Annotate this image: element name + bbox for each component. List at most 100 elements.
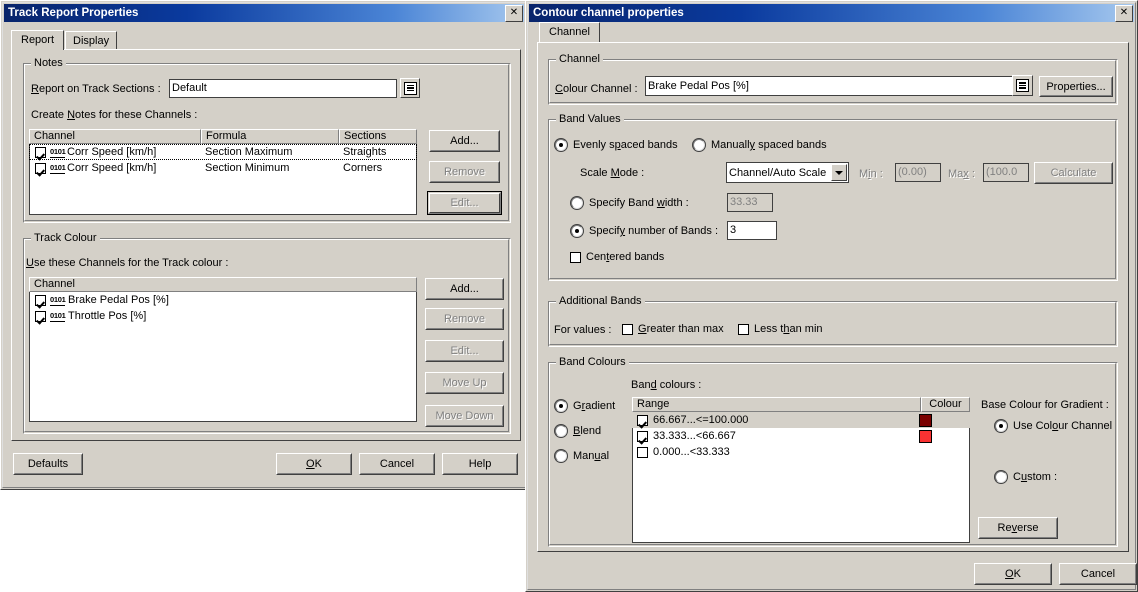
cancel-button[interactable]: Cancel (359, 453, 435, 475)
scale-mode-label: Scale Mode : (580, 167, 645, 179)
reverse-button[interactable]: Reverse (978, 517, 1058, 539)
ok-button-label: OK (1005, 568, 1021, 580)
report-sections-browse-button[interactable] (400, 78, 420, 98)
radio-indicator (571, 197, 583, 209)
blend-label: Blend (573, 425, 602, 437)
band-colours-list-header: Range Colour (632, 397, 970, 412)
evenly-spaced-bands-radio[interactable]: Evenly spaced bands (554, 138, 678, 152)
max-field: (100.0 (983, 163, 1029, 182)
band-column-range[interactable]: Range (632, 397, 921, 412)
notes-list-header: Channel Formula Sections (29, 129, 417, 144)
notes-row-channel: Corr Speed [km/h] (67, 162, 157, 174)
checkbox-indicator (622, 323, 633, 335)
row-checkbox[interactable] (35, 310, 46, 322)
band-column-colour[interactable]: Colour (921, 397, 970, 412)
table-row[interactable]: 66.667...<=100.000 (632, 412, 970, 428)
custom-colour-radio[interactable]: Custom : (994, 470, 1057, 484)
table-row[interactable]: 0101 Corr Speed [km/h] Section Maximum S… (29, 144, 417, 160)
centered-bands-checkbox[interactable]: Centered bands (570, 251, 664, 263)
track-report-properties-dialog: Track Report Properties ✕ Report Display… (0, 0, 528, 490)
chevron-down-icon[interactable] (831, 164, 847, 181)
tab-channel[interactable]: Channel (539, 22, 600, 42)
tab-display[interactable]: Display (65, 31, 118, 50)
row-checkbox[interactable] (637, 414, 648, 426)
channel-icon: 0101 (50, 310, 66, 322)
left-tabstrip: Report Display (11, 30, 118, 50)
band-colour-swatch[interactable] (919, 429, 932, 443)
close-icon[interactable]: ✕ (1115, 4, 1133, 22)
table-row[interactable]: 0101 Corr Speed [km/h] Section Minimum C… (29, 160, 417, 176)
scale-mode-dropdown[interactable]: Channel/Auto Scale (726, 162, 849, 183)
radio-indicator (555, 425, 567, 437)
left-dialog-title: Track Report Properties (8, 7, 139, 19)
left-dialog-titlebar[interactable]: Track Report Properties ✕ (4, 4, 524, 22)
band-range-value: 66.667...<=100.000 (653, 414, 749, 426)
ok-button[interactable]: OK (974, 563, 1052, 585)
close-icon[interactable]: ✕ (505, 4, 523, 22)
track-colour-channel-list[interactable]: Channel 0101 Brake Pedal Pos [%] 0101 Th… (29, 277, 417, 422)
right-dialog-titlebar[interactable]: Contour channel properties ✕ (529, 4, 1134, 22)
tab-report[interactable]: Report (11, 30, 65, 50)
greater-than-max-checkbox[interactable]: Greater than max (622, 323, 724, 335)
notes-row-formula: Section Maximum (205, 146, 293, 158)
use-colour-channel-radio[interactable]: Use Colour Channel (994, 419, 1112, 433)
notes-remove-button: Remove (429, 161, 500, 183)
defaults-button[interactable]: Defaults (13, 453, 83, 475)
manual-label: Manual (573, 450, 610, 462)
colour-channel-field[interactable]: Brake Pedal Pos [%] (645, 76, 1031, 96)
evenly-spaced-bands-label: Evenly spaced bands (573, 139, 678, 151)
band-range-value: 33.333...<66.667 (653, 430, 736, 442)
additional-bands-group-title: Additional Bands (556, 295, 645, 307)
list-icon (1016, 79, 1029, 92)
band-colour-swatch[interactable] (919, 413, 932, 427)
notes-edit-button: Edit... (427, 191, 502, 215)
colour-channel-browse-button[interactable] (1012, 75, 1033, 96)
less-than-min-checkbox[interactable]: Less than min (738, 323, 823, 335)
notes-add-button[interactable]: Add... (429, 130, 500, 152)
manual-radio[interactable]: Manual (554, 449, 609, 463)
track-colour-column-channel[interactable]: Channel (29, 277, 417, 292)
table-row[interactable]: 33.333...<66.667 (632, 428, 970, 444)
notes-column-sections[interactable]: Sections (339, 129, 417, 144)
colour-channel-label: Colour Channel : (555, 83, 638, 95)
notes-column-channel[interactable]: Channel (29, 129, 201, 144)
gradient-radio[interactable]: Gradient (554, 399, 615, 413)
notes-row-sections: Corners (343, 162, 383, 174)
notes-column-formula[interactable]: Formula (201, 129, 339, 144)
table-row[interactable]: 0.000...<33.333 (632, 444, 970, 460)
band-colours-group-title: Band Colours (556, 356, 629, 368)
notes-channel-list[interactable]: Channel Formula Sections 0101 Corr Speed… (29, 129, 417, 215)
row-checkbox[interactable] (35, 146, 46, 158)
help-button[interactable]: Help (442, 453, 518, 475)
notes-edit-button-label: Edit... (450, 197, 479, 209)
blend-radio[interactable]: Blend (554, 424, 601, 438)
band-colours-label: Band colours : (631, 379, 702, 391)
list-item[interactable]: 0101 Brake Pedal Pos [%] (29, 292, 417, 308)
list-item[interactable]: 0101 Throttle Pos [%] (29, 308, 417, 324)
radio-indicator (555, 139, 567, 151)
manually-spaced-bands-radio[interactable]: Manually spaced bands (692, 138, 827, 152)
specify-band-width-radio[interactable]: Specify Band width : (570, 196, 689, 210)
channel-properties-button[interactable]: Properties... (1039, 76, 1113, 97)
row-checkbox[interactable] (637, 446, 648, 458)
track-colour-row-channel: Brake Pedal Pos [%] (68, 294, 169, 306)
track-colour-add-button[interactable]: Add... (425, 278, 504, 300)
cancel-button[interactable]: Cancel (1059, 563, 1137, 585)
right-tabstrip: Channel (539, 22, 601, 42)
centered-bands-label: Centered bands (586, 251, 665, 263)
less-than-min-label: Less than min (754, 323, 823, 335)
create-notes-label: Create Notes for these Channels : (31, 109, 198, 121)
right-dialog-title: Contour channel properties (533, 7, 684, 19)
row-checkbox[interactable] (35, 162, 46, 174)
row-checkbox[interactable] (35, 294, 46, 306)
band-colours-list[interactable]: Range Colour 66.667...<=100.000 33.333..… (632, 397, 970, 543)
number-of-bands-field[interactable]: 3 (727, 221, 777, 240)
report-on-track-sections-field[interactable]: Default (169, 79, 397, 98)
manually-spaced-bands-label: Manually spaced bands (711, 139, 827, 151)
row-checkbox[interactable] (637, 430, 648, 442)
radio-indicator (555, 450, 567, 462)
specify-number-of-bands-radio[interactable]: Specify number of Bands : (570, 224, 718, 238)
checkbox-indicator (738, 323, 749, 335)
ok-button[interactable]: OK (276, 453, 352, 475)
radio-indicator (571, 225, 583, 237)
